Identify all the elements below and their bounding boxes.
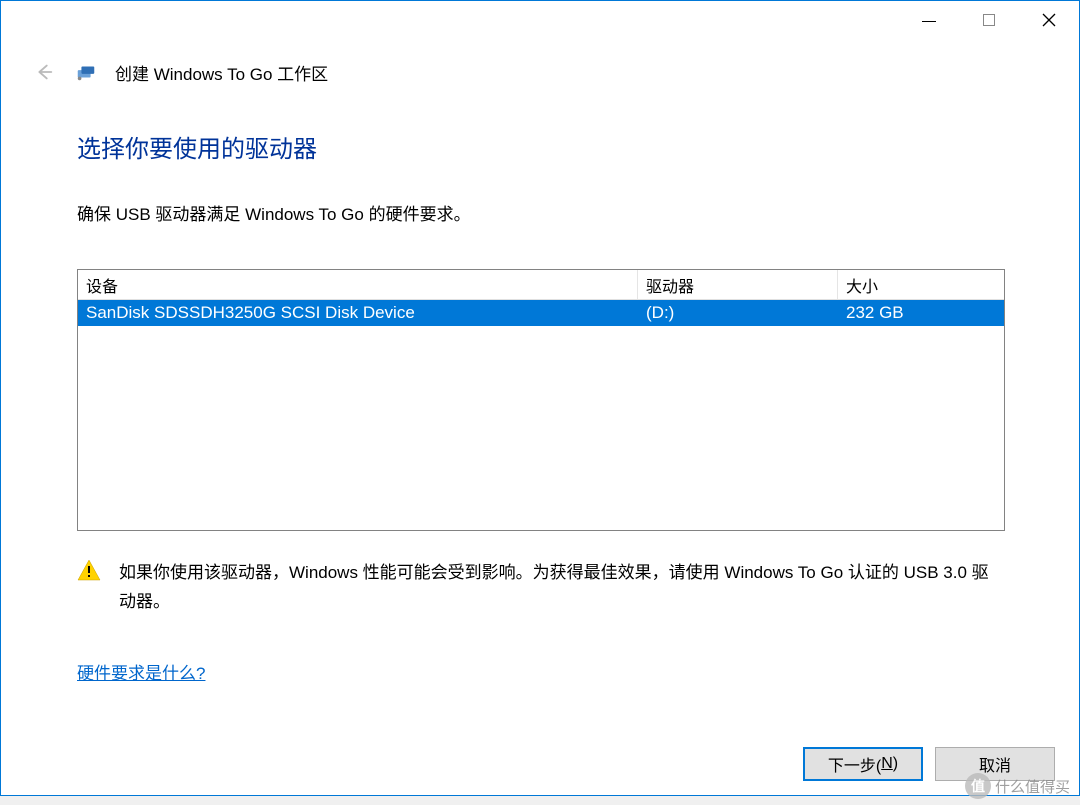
next-button[interactable]: 下一步(N) bbox=[803, 747, 923, 781]
wizard-content: 选择你要使用的驱动器 确保 USB 驱动器满足 Windows To Go 的硬… bbox=[1, 95, 1079, 684]
column-drive[interactable]: 驱动器 bbox=[638, 270, 838, 299]
column-size[interactable]: 大小 bbox=[838, 270, 1004, 299]
cell-drive: (D:) bbox=[638, 300, 838, 326]
close-icon bbox=[1042, 13, 1056, 27]
list-header: 设备 驱动器 大小 bbox=[78, 270, 1004, 300]
cell-device: SanDisk SDSSDH3250G SCSI Disk Device bbox=[78, 300, 638, 326]
warning-text: 如果你使用该驱动器，Windows 性能可能会受到影响。为获得最佳效果，请使用 … bbox=[119, 559, 1005, 617]
page-heading: 选择你要使用的驱动器 bbox=[77, 129, 1005, 164]
watermark-icon: 值 bbox=[965, 773, 991, 799]
titlebar bbox=[1, 1, 1079, 43]
page-subtext: 确保 USB 驱动器满足 Windows To Go 的硬件要求。 bbox=[77, 200, 1005, 225]
minimize-button[interactable] bbox=[899, 1, 959, 39]
watermark: 值 什么值得买 bbox=[965, 773, 1070, 799]
back-button[interactable] bbox=[31, 59, 57, 85]
cell-size: 232 GB bbox=[838, 300, 1004, 326]
wizard-title: 创建 Windows To Go 工作区 bbox=[115, 60, 328, 85]
warning-icon bbox=[77, 559, 101, 581]
table-row[interactable]: SanDisk SDSSDH3250G SCSI Disk Device (D:… bbox=[78, 300, 1004, 326]
warning-row: 如果你使用该驱动器，Windows 性能可能会受到影响。为获得最佳效果，请使用 … bbox=[77, 559, 1005, 617]
maximize-button[interactable] bbox=[959, 1, 1019, 39]
wizard-window: 创建 Windows To Go 工作区 选择你要使用的驱动器 确保 USB 驱… bbox=[0, 0, 1080, 796]
window-controls bbox=[899, 1, 1079, 39]
watermark-text: 什么值得买 bbox=[995, 776, 1070, 797]
wizard-header: 创建 Windows To Go 工作区 bbox=[1, 43, 1079, 95]
requirements-link[interactable]: 硬件要求是什么? bbox=[77, 659, 205, 684]
back-arrow-icon bbox=[33, 61, 55, 83]
device-list[interactable]: 设备 驱动器 大小 SanDisk SDSSDH3250G SCSI Disk … bbox=[77, 269, 1005, 531]
close-button[interactable] bbox=[1019, 1, 1079, 39]
app-icon bbox=[75, 61, 97, 83]
column-device[interactable]: 设备 bbox=[78, 270, 638, 299]
